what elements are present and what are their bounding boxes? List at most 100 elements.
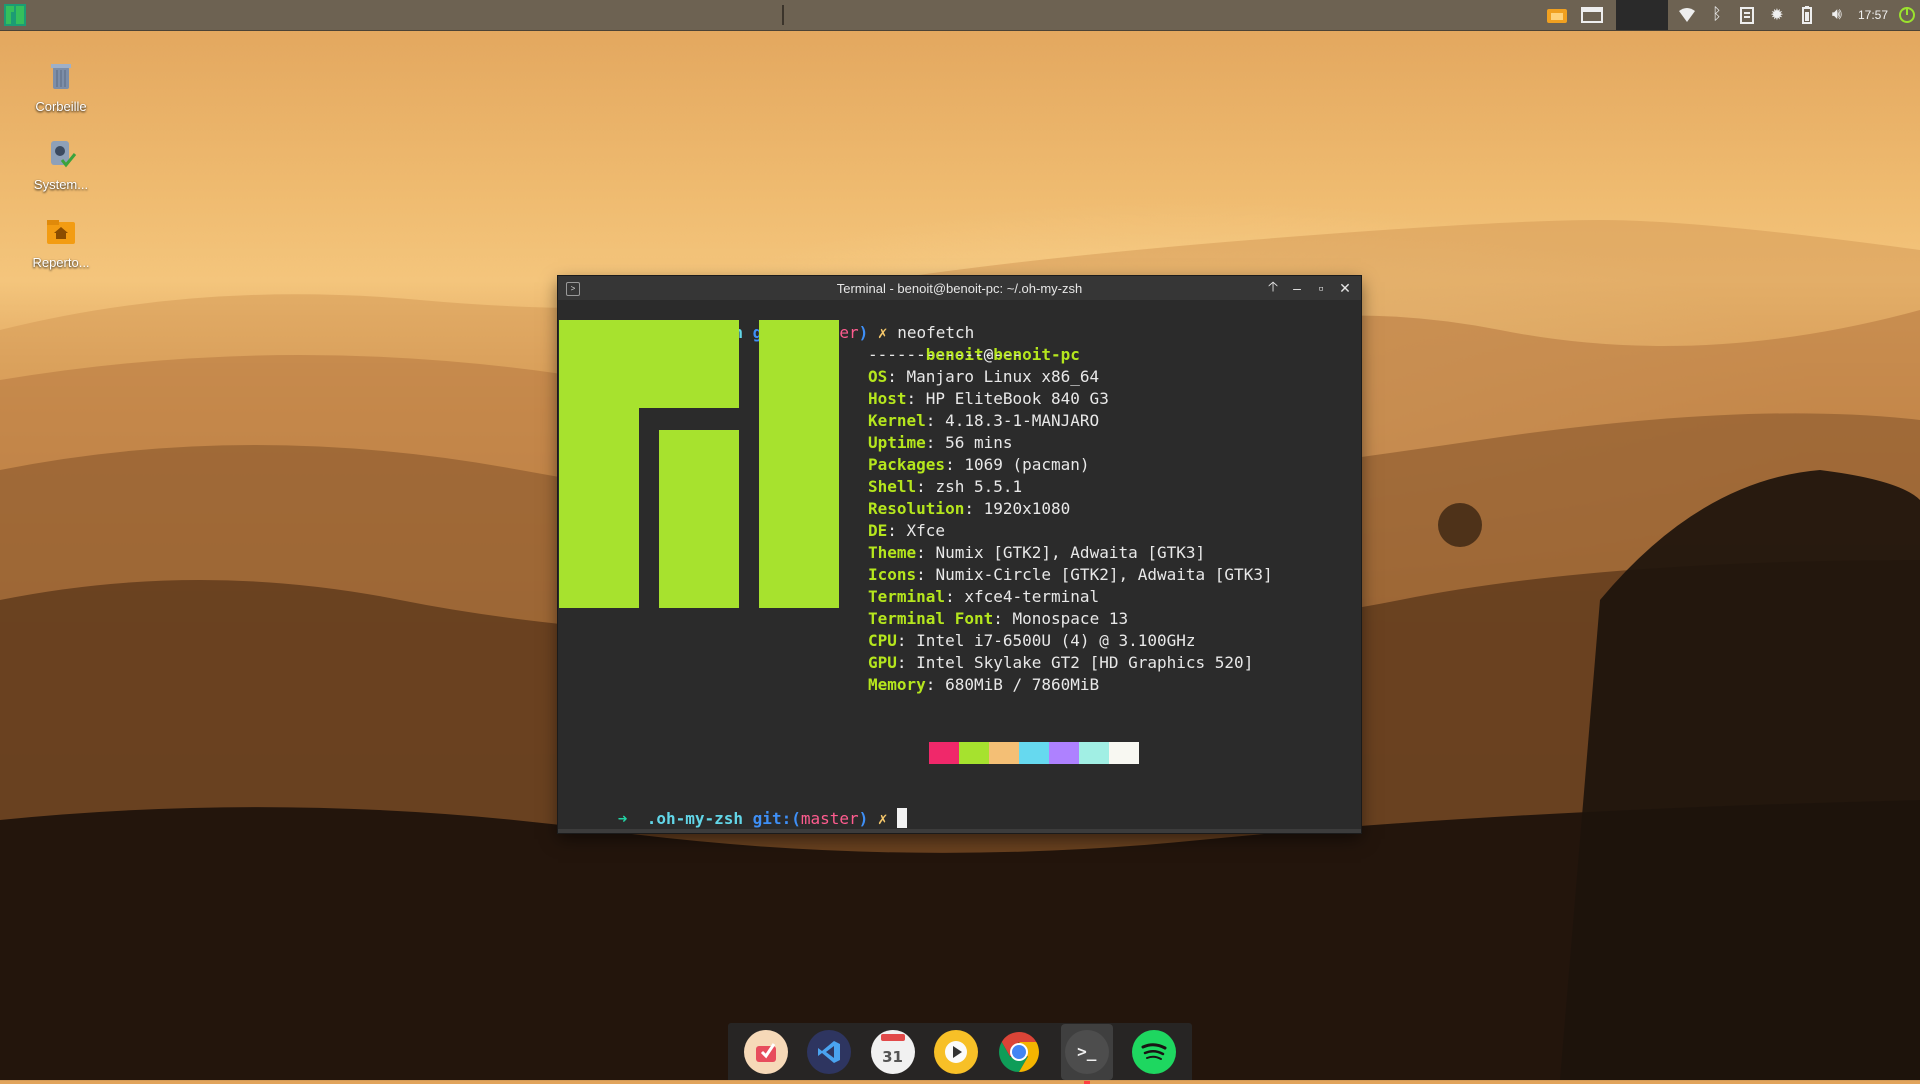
- info-kernel: Kernel: 4.18.3-1-MANJARO: [868, 411, 1100, 430]
- desktop-icon-trash[interactable]: Corbeille: [18, 58, 104, 114]
- terminal-window[interactable]: > Terminal - benoit@benoit-pc: ~/.oh-my-…: [558, 276, 1361, 833]
- palette-swatch: [959, 742, 989, 764]
- info-key: Icons: [868, 565, 917, 584]
- terminal-app-icon: >: [566, 282, 580, 296]
- window-icon[interactable]: [1572, 0, 1612, 30]
- terminal-titlebar[interactable]: > Terminal - benoit@benoit-pc: ~/.oh-my-…: [558, 276, 1361, 300]
- info-key: Memory: [868, 675, 926, 694]
- info-value: 56 mins: [945, 433, 1013, 452]
- prompt-git-close: ): [858, 323, 869, 342]
- info-cpu: CPU: Intel i7-6500U (4) @ 3.100GHz: [868, 631, 1196, 650]
- folder-icon[interactable]: [1542, 0, 1572, 30]
- info-value: Numix [GTK2], Adwaita [GTK3]: [935, 543, 1206, 562]
- text-cursor: [897, 808, 908, 828]
- up-arrow-icon[interactable]: 🡡: [1261, 276, 1285, 300]
- info-key: Packages: [868, 455, 946, 474]
- info-value: Monospace 13: [1012, 609, 1129, 628]
- terminal-dock-item[interactable]: >_: [1060, 1023, 1113, 1084]
- prompt-line: ➜ .oh-my-zsh git:(master) ✗: [560, 786, 908, 852]
- desktop-icon-label: Reperto...: [32, 255, 90, 270]
- info-value: 1920x1080: [983, 499, 1071, 518]
- info-value: 1069 (pacman): [964, 455, 1090, 474]
- system-tray: ᛒ ✹ 🔊︎ 17:57: [1542, 0, 1920, 30]
- info-memory: Memory: 680MiB / 7860MiB: [868, 675, 1100, 694]
- vscode-icon[interactable]: [807, 1029, 852, 1074]
- terminal-icon: >_: [1064, 1029, 1109, 1074]
- spotify-icon[interactable]: [1132, 1029, 1177, 1074]
- palette-swatch: [1079, 742, 1109, 764]
- info-packages: Packages: 1069 (pacman): [868, 455, 1090, 474]
- info-theme: Theme: Numix [GTK2], Adwaita [GTK3]: [868, 543, 1206, 562]
- trash-icon: [51, 64, 71, 89]
- panel-separator: [782, 5, 784, 25]
- info-de: DE: Xfce: [868, 521, 946, 540]
- info-terminal-font: Terminal Font: Monospace 13: [868, 609, 1129, 628]
- workspace-switcher[interactable]: [1615, 0, 1668, 30]
- bluetooth-icon[interactable]: ᛒ: [1702, 0, 1732, 30]
- info-value: Xfce: [906, 521, 946, 540]
- info-value: Intel i7-6500U (4) @ 3.100GHz: [916, 631, 1196, 650]
- info-value: Numix-Circle [GTK2], Adwaita [GTK3]: [935, 565, 1273, 584]
- info-key: DE: [868, 521, 888, 540]
- manjaro-menu-icon[interactable]: [4, 4, 26, 26]
- dock: 31 >_: [728, 1023, 1192, 1084]
- info-value: 4.18.3-1-MANJARO: [945, 411, 1100, 430]
- prompt-branch: master: [800, 809, 859, 828]
- color-palette: [899, 742, 1139, 764]
- palette-swatch: [929, 742, 959, 764]
- chrome-icon[interactable]: [997, 1030, 1041, 1074]
- drive-icon: [51, 141, 77, 168]
- wifi-icon[interactable]: [1672, 0, 1702, 30]
- desktop-icon-label: Corbeille: [35, 99, 87, 114]
- terminal-content[interactable]: ➜ .oh-my-zsh git:(master) ✗ neofetch ben…: [558, 300, 1361, 833]
- calendar-icon[interactable]: 31: [870, 1029, 915, 1074]
- clipboard-icon[interactable]: [1732, 0, 1762, 30]
- minimize-icon[interactable]: –: [1285, 276, 1309, 300]
- info-value: xfce4-terminal: [964, 587, 1100, 606]
- desktop-icon-home[interactable]: Reperto...: [18, 214, 104, 270]
- maximize-icon[interactable]: ▫: [1309, 276, 1333, 300]
- palette-swatch: [1049, 742, 1079, 764]
- power-icon[interactable]: [1894, 0, 1920, 30]
- info-key: Theme: [868, 543, 917, 562]
- info-key: Shell: [868, 477, 917, 496]
- clock[interactable]: 17:57: [1852, 8, 1894, 22]
- info-value: HP EliteBook 840 G3: [925, 389, 1109, 408]
- terminal-scrollbar[interactable]: [558, 829, 1361, 833]
- palette-swatch: [899, 742, 929, 764]
- info-key: CPU: [868, 631, 897, 650]
- palette-swatch: [989, 742, 1019, 764]
- info-key: Host: [868, 389, 907, 408]
- info-key: Terminal: [868, 587, 946, 606]
- close-icon[interactable]: ✕: [1333, 276, 1357, 300]
- active-indicator: [1083, 1080, 1090, 1084]
- volume-icon[interactable]: 🔊︎: [1822, 0, 1852, 30]
- prompt-git: git:(: [752, 809, 801, 828]
- info-key: Kernel: [868, 411, 926, 430]
- top-panel: ᛒ ✹ 🔊︎ 17:57: [0, 0, 1920, 31]
- prompt-dir: .oh-my-zsh: [646, 809, 744, 828]
- info-resolution: Resolution: 1920x1080: [868, 499, 1071, 518]
- info-key: OS: [868, 367, 888, 386]
- info-terminal: Terminal: xfce4-terminal: [868, 587, 1100, 606]
- desktop-icon-label: System...: [33, 177, 89, 192]
- separator-line: ----------------: [868, 345, 1023, 364]
- battery-icon[interactable]: [1792, 0, 1822, 30]
- prompt-arrow: ➜: [617, 809, 628, 828]
- info-shell: Shell: zsh 5.5.1: [868, 477, 1023, 496]
- info-icons: Icons: Numix-Circle [GTK2], Adwaita [GTK…: [868, 565, 1273, 584]
- settings-icon[interactable]: ✹: [1762, 0, 1792, 30]
- window-title: Terminal - benoit@benoit-pc: ~/.oh-my-zs…: [836, 280, 1083, 296]
- desktop-icon-system[interactable]: System...: [18, 136, 104, 192]
- kupfer-icon[interactable]: [743, 1029, 788, 1074]
- calendar-day: 31: [882, 1047, 903, 1066]
- info-value: Intel Skylake GT2 [HD Graphics 520]: [916, 653, 1254, 672]
- info-uptime: Uptime: 56 mins: [868, 433, 1013, 452]
- info-value: 680MiB / 7860MiB: [945, 675, 1100, 694]
- media-player-icon[interactable]: [933, 1029, 978, 1074]
- info-gpu: GPU: Intel Skylake GT2 [HD Graphics 520]: [868, 653, 1254, 672]
- info-key: GPU: [868, 653, 897, 672]
- home-folder-icon: [47, 220, 75, 244]
- info-key: Resolution: [868, 499, 965, 518]
- window-controls: 🡡 – ▫ ✕: [1261, 276, 1357, 300]
